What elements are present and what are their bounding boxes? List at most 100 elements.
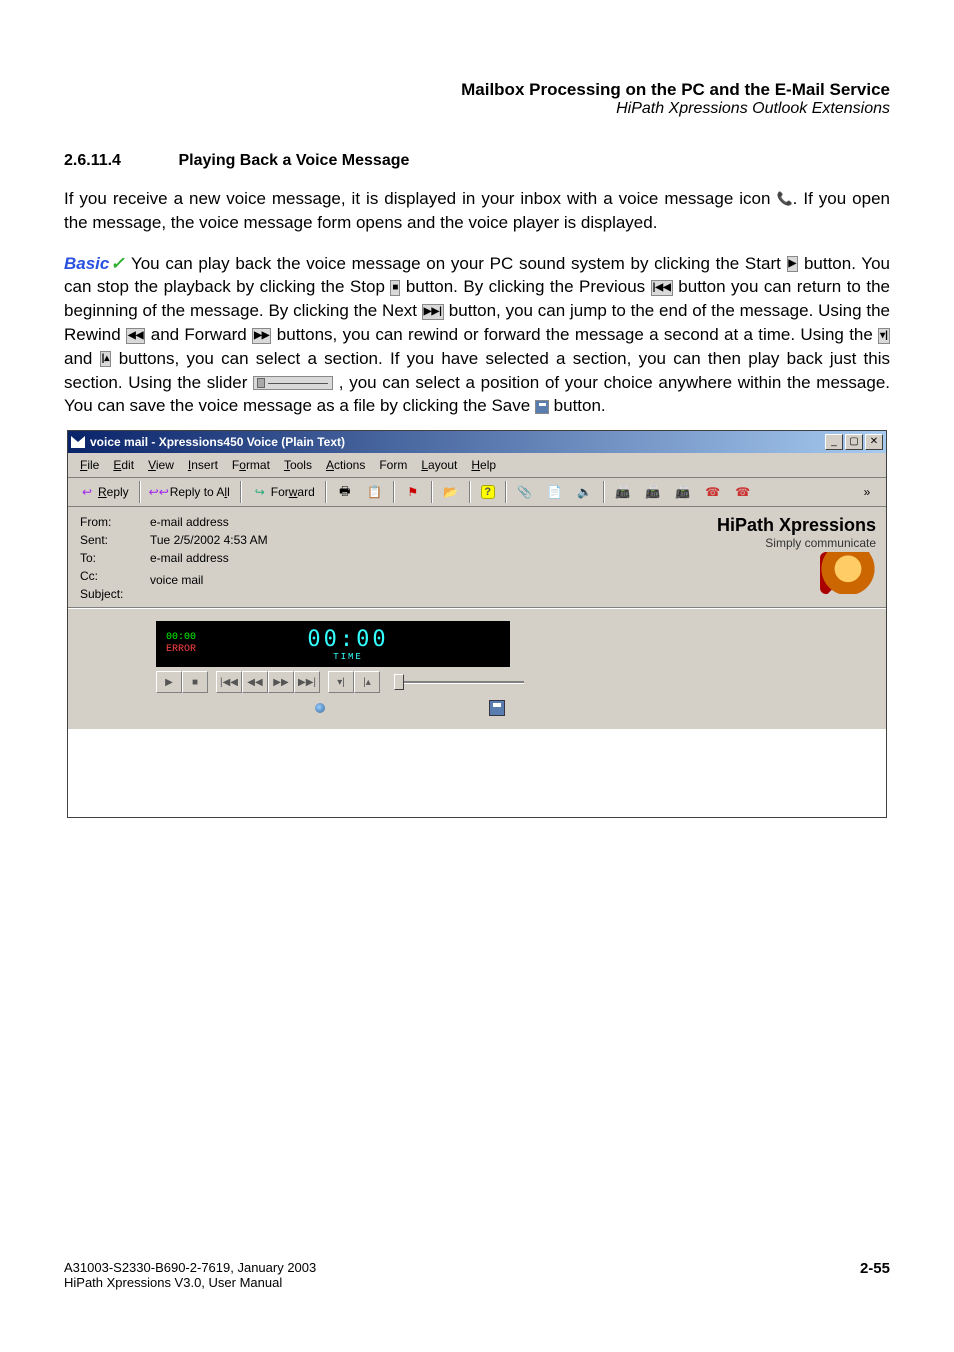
help-icon: ?	[481, 485, 495, 499]
phone-in-button[interactable]: ☎	[728, 481, 758, 503]
save-button[interactable]	[484, 697, 510, 719]
page-footer: A31003-S2330-B690-2-7619, January 2003 H…	[64, 1260, 890, 1290]
menu-format[interactable]: Format	[226, 456, 276, 474]
menubar: File Edit View Insert Format Tools Actio…	[68, 453, 886, 478]
menu-form[interactable]: Form	[373, 456, 413, 474]
stop-button[interactable]: ■	[182, 671, 208, 693]
help-button[interactable]: ?	[474, 482, 502, 502]
xpr-btn-2[interactable]: 📠	[638, 481, 668, 503]
move-button[interactable]: 📂	[436, 481, 466, 503]
menu-tools[interactable]: Tools	[278, 456, 318, 474]
xpr-icon-3: 📠	[675, 484, 691, 500]
volume-indicator[interactable]	[315, 703, 325, 713]
phone-out-button[interactable]: ☎	[698, 481, 728, 503]
phone-out-icon: ☎	[705, 484, 721, 500]
mark-start-icon: ▾|	[878, 328, 890, 344]
xpr-btn-1[interactable]: 📠	[608, 481, 638, 503]
forward-icon: ▶▶	[252, 328, 271, 344]
to-label: To:	[80, 551, 150, 565]
envelope-icon	[71, 436, 85, 448]
rewind-icon: ◀◀	[126, 328, 145, 344]
brand-title: HiPath Xpressions	[666, 515, 876, 536]
move-icon: 📂	[443, 484, 459, 500]
intro-paragraph: If you receive a new voice message, it i…	[64, 187, 890, 235]
maximize-button[interactable]: ▢	[845, 434, 863, 450]
window-title: voice mail - Xpressions450 Voice (Plain …	[90, 435, 345, 449]
flag-button[interactable]: ⚑	[398, 481, 428, 503]
position-slider[interactable]	[394, 674, 524, 690]
footer-doc-id: A31003-S2330-B690-2-7619, January 2003	[64, 1260, 316, 1275]
header-subtitle: HiPath Xpressions Outlook Extensions	[64, 100, 890, 118]
flag-icon: ⚑	[405, 484, 421, 500]
copy-button[interactable]: 📋	[360, 481, 390, 503]
forward-button[interactable]: ↪Forward	[245, 481, 322, 503]
menu-view[interactable]: View	[142, 456, 180, 474]
subject-value: voice mail	[150, 573, 666, 587]
play-icon: ▶	[787, 256, 799, 272]
voice-player: 00:00 ERROR 00:00 TIME ▶ ■ |◀◀ ◀◀ ▶▶ ▶▶|…	[68, 609, 886, 729]
previous-button[interactable]: |◀◀	[216, 671, 242, 693]
notes-icon: 📄	[547, 484, 563, 500]
footer-doc-title: HiPath Xpressions V3.0, User Manual	[64, 1275, 316, 1290]
menu-layout[interactable]: Layout	[415, 456, 463, 474]
menu-help[interactable]: Help	[465, 456, 502, 474]
reply-button[interactable]: ↩Reply	[72, 481, 136, 503]
player-display: 00:00 ERROR 00:00 TIME	[156, 621, 510, 667]
minimize-button[interactable]: _	[825, 434, 843, 450]
fast-forward-button[interactable]: ▶▶	[268, 671, 294, 693]
section-number: 2.6.11.4	[64, 152, 174, 170]
xpr-btn-3[interactable]: 📠	[668, 481, 698, 503]
speaker-button[interactable]: 🔈	[570, 481, 600, 503]
copy-icon: 📋	[367, 484, 383, 500]
playback-paragraph: Basic✓ You can play back the voice messa…	[64, 252, 890, 419]
stop-icon: ■	[390, 280, 400, 296]
brand-logo	[820, 552, 876, 594]
attach-button[interactable]: 📎	[510, 481, 540, 503]
from-value: e-mail address	[150, 515, 666, 529]
notes-button[interactable]: 📄	[540, 481, 570, 503]
menu-insert[interactable]: Insert	[182, 456, 224, 474]
sent-label: Sent:	[80, 533, 150, 547]
forward-mail-icon: ↪	[252, 484, 268, 500]
header-title: Mailbox Processing on the PC and the E-M…	[64, 80, 890, 100]
save-icon	[535, 400, 549, 414]
reply-all-button[interactable]: ↩↩Reply to All	[144, 481, 237, 503]
close-button[interactable]: ✕	[865, 434, 883, 450]
section-title-text: Playing Back a Voice Message	[178, 152, 409, 169]
menu-file[interactable]: File	[74, 456, 105, 474]
print-button[interactable]: 🖶	[330, 481, 360, 503]
rewind-button[interactable]: ◀◀	[242, 671, 268, 693]
time-label: TIME	[196, 652, 500, 662]
floppy-icon	[489, 700, 505, 716]
sent-value: Tue 2/5/2002 4:53 AM	[150, 533, 666, 547]
mark-end-button[interactable]: |▴	[354, 671, 380, 693]
message-header: From: Sent: To: Cc: Subject: e-mail addr…	[68, 507, 886, 607]
paperclip-icon: 📎	[517, 484, 533, 500]
speaker-icon: 🔈	[577, 484, 593, 500]
toolbar: ↩Reply ↩↩Reply to All ↪Forward 🖶 📋 ⚑ 📂 ?…	[68, 478, 886, 507]
to-value: e-mail address	[150, 551, 666, 565]
reply-icon: ↩	[79, 484, 95, 500]
play-button[interactable]: ▶	[156, 671, 182, 693]
basic-label: Basic✓	[64, 254, 126, 273]
slider-thumb[interactable]	[394, 674, 404, 690]
mark-start-button[interactable]: ▾|	[328, 671, 354, 693]
toolbar-overflow[interactable]: »	[852, 481, 882, 503]
next-icon: ▶▶|	[422, 304, 444, 320]
previous-icon: |◀◀	[651, 280, 673, 296]
voice-mail-window: voice mail - Xpressions450 Voice (Plain …	[67, 430, 887, 818]
next-button[interactable]: ▶▶|	[294, 671, 320, 693]
menu-actions[interactable]: Actions	[320, 456, 371, 474]
page-number: 2-55	[860, 1260, 890, 1277]
titlebar: voice mail - Xpressions450 Voice (Plain …	[68, 431, 886, 453]
slider-icon	[253, 376, 333, 390]
elapsed-time: 00:00	[166, 632, 196, 644]
time-display: 00:00	[196, 627, 500, 652]
bottom-controls	[156, 697, 510, 719]
subject-label: Subject:	[80, 587, 150, 601]
cc-label: Cc:	[80, 569, 150, 583]
menu-edit[interactable]: Edit	[107, 456, 140, 474]
reply-all-icon: ↩↩	[151, 484, 167, 500]
mark-end-icon: |▴	[100, 351, 112, 367]
message-body[interactable]	[68, 729, 886, 817]
